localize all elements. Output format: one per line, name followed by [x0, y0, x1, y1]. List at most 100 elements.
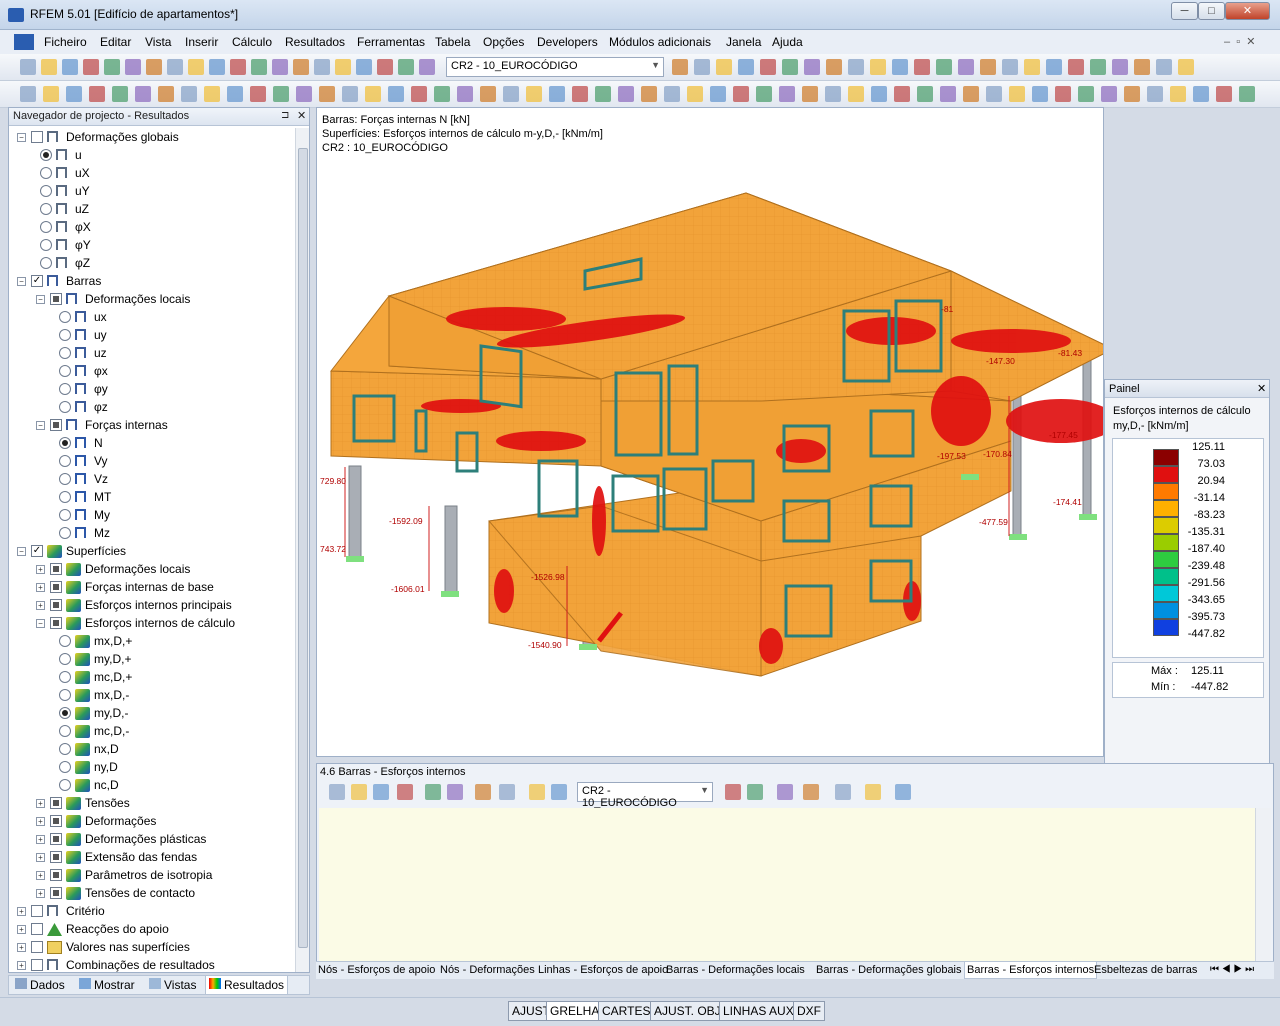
toolbar-button-icon[interactable] [802, 86, 818, 102]
toolbar-button-icon[interactable] [1046, 59, 1062, 75]
toolbar-button-icon[interactable] [1156, 59, 1172, 75]
toolbar-button-icon[interactable] [41, 59, 57, 75]
table-toolbar-icon[interactable] [747, 784, 763, 800]
toolbar-button-icon[interactable] [188, 59, 204, 75]
checkbox[interactable] [31, 923, 43, 935]
toolbar-button-icon[interactable] [1147, 86, 1163, 102]
tree-item[interactable]: uY [9, 182, 295, 200]
radio-button[interactable] [59, 653, 71, 665]
table-toolbar-icon[interactable] [865, 784, 881, 800]
tree-item[interactable]: + Deformações plásticas [9, 830, 295, 848]
toolbar-button-icon[interactable] [572, 86, 588, 102]
tree-item[interactable]: + Reacções do apoio [9, 920, 295, 938]
toolbar-button-icon[interactable] [204, 86, 220, 102]
radio-button[interactable] [59, 365, 71, 377]
toolbar-button-icon[interactable] [104, 59, 120, 75]
tree-item[interactable]: + Esforços internos principais [9, 596, 295, 614]
radio-button[interactable] [59, 383, 71, 395]
checkbox[interactable] [50, 581, 62, 593]
tree-item[interactable]: + Extensão das fendas [9, 848, 295, 866]
toolbar-button-icon[interactable] [848, 59, 864, 75]
close-icon[interactable]: ✕ [297, 109, 306, 122]
tree-item[interactable]: mx,D,- [9, 686, 295, 704]
checkbox[interactable] [50, 293, 62, 305]
toolbar-button-icon[interactable] [986, 86, 1002, 102]
toolbar-button-icon[interactable] [250, 86, 266, 102]
toolbar-button-icon[interactable] [826, 59, 842, 75]
menu-ajuda[interactable]: Ajuda [772, 35, 803, 49]
toolbar-button-icon[interactable] [125, 59, 141, 75]
menu-calculo[interactable]: Cálculo [232, 35, 272, 49]
toolbar-button-icon[interactable] [1090, 59, 1106, 75]
table-toolbar-icon[interactable] [777, 784, 793, 800]
tree-item[interactable]: uy [9, 326, 295, 344]
tree-item[interactable]: mc,D,+ [9, 668, 295, 686]
toolbar-button-icon[interactable] [1216, 86, 1232, 102]
toolbar-button-icon[interactable] [980, 59, 996, 75]
toolbar-button-icon[interactable] [687, 86, 703, 102]
tree-item[interactable]: nc,D [9, 776, 295, 794]
radio-button[interactable] [40, 167, 52, 179]
radio-button[interactable] [59, 761, 71, 773]
tree-item[interactable]: − ✓ Superfícies [9, 542, 295, 560]
table-toolbar-icon[interactable] [725, 784, 741, 800]
toolbar-button-icon[interactable] [1134, 59, 1150, 75]
toolbar-button-icon[interactable] [43, 86, 59, 102]
radio-button[interactable] [40, 221, 52, 233]
toolbar-button-icon[interactable] [641, 86, 657, 102]
table-toolbar-icon[interactable] [397, 784, 413, 800]
toolbar-button-icon[interactable] [782, 59, 798, 75]
tree-item[interactable]: + Deformações [9, 812, 295, 830]
checkbox[interactable] [50, 833, 62, 845]
toolbar-button-icon[interactable] [66, 86, 82, 102]
tree-item[interactable]: Mz [9, 524, 295, 542]
tree-item[interactable]: − Esforços internos de cálculo [9, 614, 295, 632]
toolbar-button-icon[interactable] [251, 59, 267, 75]
radio-button[interactable] [59, 743, 71, 755]
toolbar-button-icon[interactable] [411, 86, 427, 102]
checkbox[interactable]: ✓ [31, 545, 43, 557]
toolbar-button-icon[interactable] [1112, 59, 1128, 75]
table-tab[interactable]: Barras - Deformações globais [816, 964, 962, 976]
toolbar-button-icon[interactable] [209, 59, 225, 75]
menu-ferramentas[interactable]: Ferramentas [357, 35, 425, 49]
toolbar-button-icon[interactable] [870, 59, 886, 75]
expand-icon[interactable]: + [36, 853, 45, 862]
toolbar-button-icon[interactable] [848, 86, 864, 102]
tree-item[interactable]: φy [9, 380, 295, 398]
toolbar-button-icon[interactable] [1078, 86, 1094, 102]
expand-icon[interactable]: + [36, 601, 45, 610]
table-toolbar-icon[interactable] [475, 784, 491, 800]
tree-item[interactable]: + Valores nas superfícies [9, 938, 295, 956]
toolbar-button-icon[interactable] [419, 59, 435, 75]
toolbar-button-icon[interactable] [825, 86, 841, 102]
maximize-button[interactable]: □ [1198, 2, 1225, 20]
toolbar-button-icon[interactable] [1124, 86, 1140, 102]
expand-icon[interactable]: + [17, 907, 26, 916]
toolbar-button-icon[interactable] [296, 86, 312, 102]
toolbar-button-icon[interactable] [112, 86, 128, 102]
status-cartes[interactable]: CARTES [598, 1001, 655, 1021]
checkbox[interactable] [50, 797, 62, 809]
close-icon[interactable]: ✕ [1257, 382, 1266, 395]
table-toolbar-icon[interactable] [499, 784, 515, 800]
tree-item[interactable]: ux [9, 308, 295, 326]
checkbox[interactable] [50, 419, 62, 431]
checkbox[interactable] [31, 959, 43, 971]
toolbar-button-icon[interactable] [871, 86, 887, 102]
radio-button[interactable] [59, 779, 71, 791]
table-toolbar-icon[interactable] [447, 784, 463, 800]
radio-button[interactable] [59, 491, 71, 503]
checkbox[interactable] [50, 815, 62, 827]
toolbar-button-icon[interactable] [1024, 59, 1040, 75]
toolbar-button-icon[interactable] [20, 59, 36, 75]
toolbar-button-icon[interactable] [779, 86, 795, 102]
menu-tabela[interactable]: Tabela [435, 35, 470, 49]
table-tab[interactable]: Barras - Deformações locais [666, 964, 805, 976]
toolbar-button-icon[interactable] [1055, 86, 1071, 102]
toolbar-button-icon[interactable] [20, 86, 36, 102]
tree-item[interactable]: + Tensões [9, 794, 295, 812]
toolbar-button-icon[interactable] [917, 86, 933, 102]
table-toolbar-icon[interactable] [329, 784, 345, 800]
chevron-down-icon[interactable]: ▼ [700, 785, 709, 795]
